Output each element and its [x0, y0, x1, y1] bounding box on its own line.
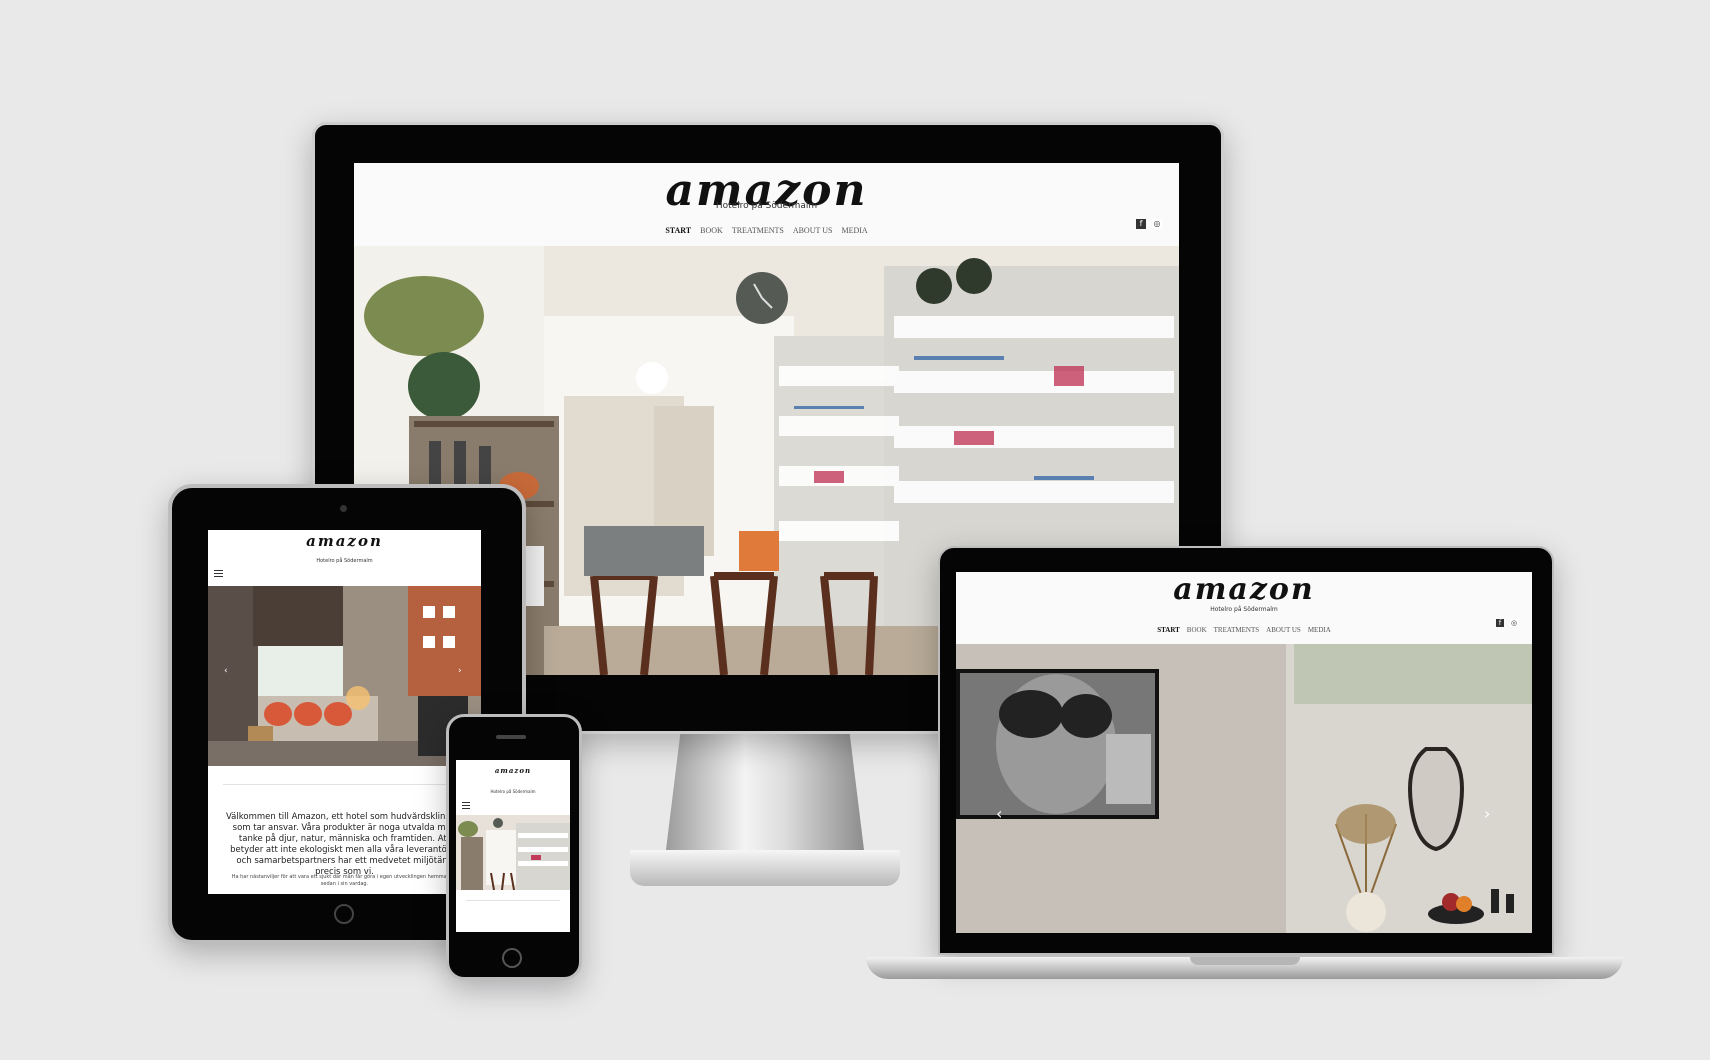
phone-tagline: Hotelro på Södermalm: [490, 789, 536, 794]
instagram-icon[interactable]: ◎: [1510, 619, 1518, 627]
menu-icon[interactable]: [214, 568, 223, 579]
tablet-screen: amazon Hotelro på Södermalm ‹ › Välkomme…: [208, 530, 481, 894]
desktop-nav: START BOOK TREATMENTS ABOUT US MEDIA: [354, 226, 1179, 235]
phone-divider: [466, 900, 560, 901]
tablet-tagline: Hotelro på Södermalm: [316, 558, 373, 564]
treatment-room-illustration: [956, 644, 1532, 933]
laptop-tagline: Hotelro på Södermalm: [1210, 606, 1278, 613]
slider-prev-arrow[interactable]: ‹: [996, 804, 1002, 823]
nav-start[interactable]: START: [1157, 626, 1180, 634]
tablet-logo[interactable]: amazon: [208, 532, 481, 550]
phone-home-button[interactable]: [502, 948, 522, 968]
facebook-icon[interactable]: f: [1496, 619, 1504, 627]
tablet-divider: [223, 784, 466, 785]
laptop-social: f ◎: [1496, 619, 1518, 627]
nav-about-us[interactable]: ABOUT US: [1266, 626, 1301, 634]
phone-logo[interactable]: amazon: [456, 766, 570, 775]
phone-screen: amazon Hotelro på Södermalm: [456, 760, 570, 932]
monitor-stand-neck: [665, 728, 865, 858]
laptop-logo[interactable]: amazon: [956, 572, 1532, 607]
monitor-stand-base: [630, 850, 900, 886]
laptop-header: amazon Hotelro på Södermalm START BOOK T…: [956, 572, 1532, 644]
shop-interior-thumb: [456, 815, 570, 890]
nav-book[interactable]: BOOK: [700, 226, 723, 235]
nav-start[interactable]: START: [665, 226, 691, 235]
tablet-welcome-text: Välkommen till Amazon, ett hotel som hud…: [226, 812, 463, 877]
tablet-welcome-small: Ha har nästanviljer för att vara ett sju…: [231, 874, 458, 887]
facebook-icon[interactable]: f: [1136, 219, 1146, 229]
laptop-notch: [1190, 957, 1300, 965]
nav-media[interactable]: MEDIA: [841, 226, 867, 235]
desktop-social: f ◎: [1136, 219, 1162, 229]
tablet-hero-image: ‹ ›: [208, 586, 481, 766]
nav-book[interactable]: BOOK: [1187, 626, 1207, 634]
slider-next-arrow[interactable]: ›: [458, 666, 462, 676]
laptop-hero-image: ‹ ›: [956, 644, 1532, 933]
slider-prev-arrow[interactable]: ‹: [224, 666, 228, 676]
desktop-tagline: Hotelro på Södermalm: [715, 201, 818, 211]
instagram-icon[interactable]: ◎: [1152, 219, 1162, 229]
tablet-camera: [340, 505, 347, 512]
menu-icon[interactable]: [462, 800, 470, 811]
desktop-header: amazon Hotelro på Södermalm START BOOK T…: [354, 163, 1179, 246]
tablet-home-button[interactable]: [334, 904, 354, 924]
nav-media[interactable]: MEDIA: [1308, 626, 1331, 634]
nav-treatments[interactable]: TREATMENTS: [1214, 626, 1260, 634]
nav-treatments[interactable]: TREATMENTS: [732, 226, 784, 235]
laptop-screen: amazon Hotelro på Södermalm START BOOK T…: [956, 572, 1532, 933]
nav-about-us[interactable]: ABOUT US: [793, 226, 833, 235]
phone-speaker: [496, 735, 526, 739]
slider-next-arrow[interactable]: ›: [1484, 804, 1490, 823]
phone-hero-image: [456, 815, 570, 890]
lounge-illustration: [208, 586, 481, 766]
laptop-nav: START BOOK TREATMENTS ABOUT US MEDIA: [956, 626, 1532, 634]
